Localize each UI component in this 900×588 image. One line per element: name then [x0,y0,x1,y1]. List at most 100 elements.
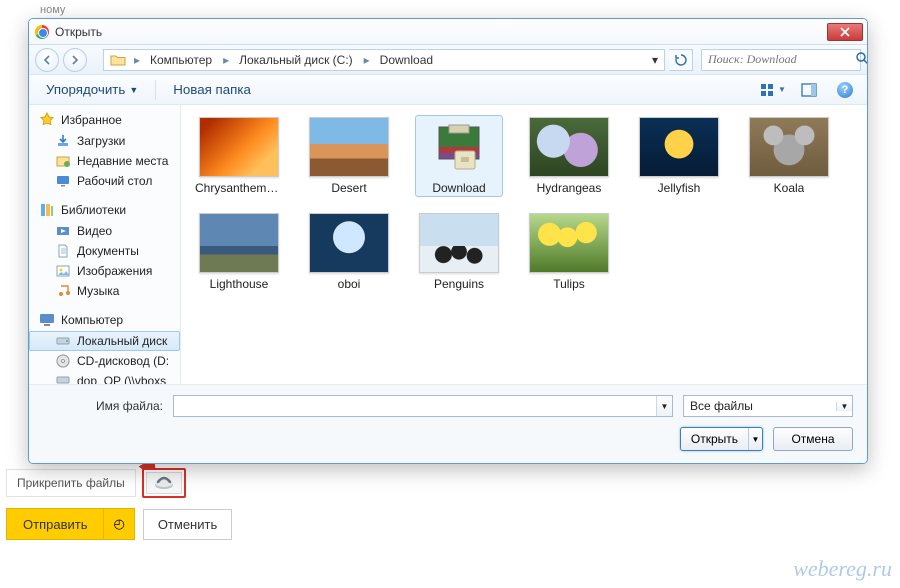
archive-icon [429,117,489,177]
nav-item-documents[interactable]: Документы [29,241,180,261]
files-pane[interactable]: Chrysanthemum Desert Download Hydrangeas Jel… [181,105,867,384]
thumbnail [639,117,719,177]
file-item[interactable]: Penguins [415,211,503,293]
file-label: Lighthouse [210,277,269,291]
refresh-icon [675,54,687,66]
organize-label: Упорядочить [46,82,125,97]
search-input[interactable] [706,51,855,68]
nav-item-cd-drive[interactable]: CD-дисковод (D: [29,351,180,371]
nav-libraries-label: Библиотеки [61,203,126,217]
send-button[interactable]: Отправить [6,508,104,540]
chrome-icon [35,25,49,39]
nav-item-label: Видео [77,224,112,238]
nav-item-recent[interactable]: Недавние места [29,151,180,171]
nav-item-label: Недавние места [77,154,168,168]
search-icon[interactable] [855,51,868,68]
nav-item-music[interactable]: Музыка [29,281,180,301]
nav-item-label: Загрузки [77,134,125,148]
breadcrumb-bar[interactable]: ▸ Компьютер ▸ Локальный диск (C:) ▸ Down… [103,49,665,71]
file-item[interactable]: Download [415,115,503,197]
close-icon [840,27,850,37]
breadcrumb-computer[interactable]: Компьютер [144,50,219,70]
filename-input[interactable] [174,396,656,416]
file-label: Download [432,181,485,195]
chevron-right-icon[interactable]: ▸ [130,50,144,70]
attach-from-disk-button[interactable] [146,472,182,494]
file-label: Chrysanthemum [195,181,283,195]
send-later-button[interactable]: ◴ [104,508,134,540]
nav-item-local-disk[interactable]: Локальный диск [29,331,180,351]
nav-item-network-share[interactable]: dop_OP (\\vboxs [29,371,180,384]
dialog-title: Открыть [55,25,821,39]
file-open-dialog: Открыть ▸ Компьютер ▸ Локальный диск (C:… [28,18,868,464]
file-item[interactable]: Jellyfish [635,115,723,197]
filename-label: Имя файла: [43,399,163,413]
refresh-button[interactable] [669,49,693,71]
nav-item-desktop[interactable]: Рабочий стол [29,171,180,191]
help-button[interactable]: ? [831,79,859,101]
file-label: Desert [331,181,366,195]
chevron-right-icon[interactable]: ▸ [219,50,233,70]
cd-icon [55,353,71,369]
nav-item-downloads[interactable]: Загрузки [29,131,180,151]
file-item[interactable]: Hydrangeas [525,115,613,197]
file-type-filter[interactable]: Все файлы ▼ [683,395,853,417]
compose-cancel-button[interactable]: Отменить [143,509,232,540]
new-folder-button[interactable]: Новая папка [164,79,260,101]
preview-pane-button[interactable] [795,79,823,101]
nav-libraries[interactable]: Библиотеки [29,199,180,221]
breadcrumb-download[interactable]: Download [374,50,440,70]
thumbnail [529,117,609,177]
titlebar[interactable]: Открыть [29,19,867,45]
chevron-right-icon[interactable]: ▸ [360,50,374,70]
nav-item-label: Рабочий стол [77,174,152,188]
to-label: ному [40,4,65,16]
network-drive-icon [55,373,71,384]
organize-button[interactable]: Упорядочить ▼ [37,79,147,101]
file-item[interactable]: oboi [305,211,393,293]
file-item[interactable]: Tulips [525,211,613,293]
nav-favorites[interactable]: Избранное [29,109,180,131]
documents-icon [55,243,71,259]
filename-input-combo[interactable]: ▼ [173,395,673,417]
images-icon [55,263,71,279]
clock-icon: ◴ [113,516,124,531]
nav-computer[interactable]: Компьютер [29,309,180,331]
view-mode-button[interactable]: ▼ [759,79,787,101]
chevron-down-icon: ▼ [129,85,138,95]
file-type-dropdown[interactable]: ▼ [836,402,852,411]
thumbnail [749,117,829,177]
file-item[interactable]: Desert [305,115,393,197]
file-item[interactable]: Chrysanthemum [195,115,283,197]
libraries-icon [39,202,55,218]
dialog-cancel-button[interactable]: Отмена [773,427,853,451]
history-dropdown[interactable]: ▾ [648,50,662,70]
nav-item-images[interactable]: Изображения [29,261,180,281]
nav-item-label: Музыка [77,284,119,298]
disk-icon [55,333,71,349]
file-label: Penguins [434,277,484,291]
thumbnail [419,213,499,273]
toolbar: Упорядочить ▼ Новая папка ▼ ? [29,75,867,105]
search-box[interactable] [701,49,861,71]
file-item[interactable]: Koala [745,115,833,197]
attach-files-button[interactable]: Прикрепить файлы [6,469,136,497]
breadcrumb-drive-c[interactable]: Локальный диск (C:) [233,50,360,70]
file-label: Hydrangeas [537,181,602,195]
nav-back-button[interactable] [35,48,59,72]
file-item[interactable]: Lighthouse [195,211,283,293]
nav-forward-button[interactable] [63,48,87,72]
nav-item-video[interactable]: Видео [29,221,180,241]
filename-history-dropdown[interactable]: ▼ [656,396,672,416]
open-split-dropdown[interactable]: ▼ [748,428,762,450]
recent-icon [55,153,71,169]
navigation-pane[interactable]: Избранное Загрузки Недавние места Рабочи… [29,105,181,384]
nav-item-label: Документы [77,244,139,258]
thumbnail [529,213,609,273]
open-button[interactable]: Открыть ▼ [680,427,763,451]
dialog-footer: Имя файла: ▼ Все файлы ▼ Открыть ▼ Отмен… [29,384,867,463]
compose-actions: Прикрепить файлы Отправить ◴ Отменить [0,468,900,588]
close-button[interactable] [827,23,863,41]
desktop-icon [55,173,71,189]
yandex-disk-icon [154,476,174,490]
